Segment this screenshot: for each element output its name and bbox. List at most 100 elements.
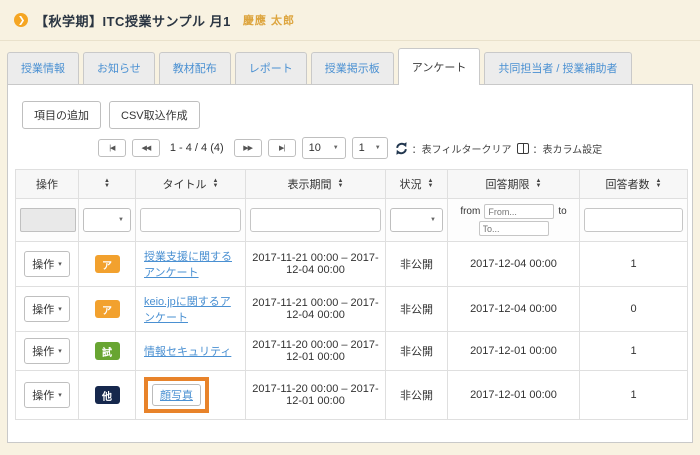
- header-respondents: 回答者数▲▼: [580, 170, 688, 199]
- deadline-cell: 2017-12-01 00:00: [448, 332, 580, 371]
- period-filter-input[interactable]: [250, 208, 381, 232]
- row-action-button[interactable]: 操作▾: [24, 382, 70, 408]
- deadline-cell: 2017-12-01 00:00: [448, 371, 580, 420]
- other-type-icon: 他: [95, 386, 120, 404]
- row-action-button[interactable]: 操作▾: [24, 296, 70, 322]
- status-filter-select[interactable]: ▼: [390, 208, 443, 232]
- table-row: 操作▾ ア 授業支援に関するアンケート 2017-11-21 00:00 – 2…: [16, 242, 688, 287]
- chevron-down-icon: ▾: [58, 391, 62, 399]
- first-page-button[interactable]: |◀: [98, 139, 126, 157]
- last-page-button[interactable]: ▶|: [268, 139, 296, 157]
- prev-page-button[interactable]: ◀◀: [132, 139, 160, 157]
- table-row: 操作▾ 試 情報セキュリティ 2017-11-20 00:00 – 2017-1…: [16, 332, 688, 371]
- survey-table: 操作 ▲▼ タイトル▲▼ 表示期間▲▼ 状況▲▼ 回答期限▲▼ 回答者数▲▼ ▼…: [15, 169, 688, 420]
- chevron-down-icon: ▾: [58, 260, 62, 268]
- header-deadline: 回答期限▲▼: [448, 170, 580, 199]
- sort-icon[interactable]: ▲▼: [104, 179, 110, 189]
- period-cell: 2017-11-20 00:00 – 2017-12-01 00:00: [246, 371, 386, 420]
- table-columns-icon: [517, 143, 529, 154]
- page-size-select[interactable]: 10 ▼: [302, 137, 346, 159]
- page-size-value: 10: [309, 142, 321, 154]
- respondents-cell: 1: [580, 371, 688, 420]
- respondents-cell: 1: [580, 332, 688, 371]
- respondents-cell: 1: [580, 242, 688, 287]
- icon-filter-select[interactable]: ▼: [83, 208, 131, 232]
- content-panel: 項目の追加 CSV取込作成 |◀ ◀◀ 1 - 4 / 4 (4) ▶▶ ▶| …: [7, 84, 693, 443]
- filter-clear-label: ：表フィルタークリア: [412, 141, 512, 156]
- header-title: タイトル▲▼: [136, 170, 246, 199]
- table-header-row: 操作 ▲▼ タイトル▲▼ 表示期間▲▼ 状況▲▼ 回答期限▲▼ 回答者数▲▼: [16, 170, 688, 199]
- header-action: 操作: [16, 170, 79, 199]
- instructor-name: 慶應 太郎: [243, 12, 295, 28]
- chevron-down-icon: ▾: [58, 305, 62, 313]
- survey-type-icon: ア: [95, 300, 120, 318]
- respondents-cell: 0: [580, 287, 688, 332]
- status-cell: 非公開: [386, 371, 448, 420]
- deadline-filter: from to: [452, 204, 575, 236]
- orange-arrow-icon: ❯: [14, 13, 28, 27]
- sort-icon[interactable]: ▲▼: [536, 179, 542, 189]
- test-type-icon: 試: [95, 342, 120, 360]
- survey-title-link[interactable]: 情報セキュリティ: [144, 346, 231, 358]
- page-header: ❯ 【秋学期】ITC授業サンプル 月1 慶應 太郎: [0, 0, 700, 41]
- deadline-cell: 2017-12-04 00:00: [448, 287, 580, 332]
- tab-materials[interactable]: 教材配布: [159, 52, 231, 84]
- tab-co-instructors[interactable]: 共同担当者 / 授業補助者: [484, 52, 631, 84]
- sort-icon[interactable]: ▲▼: [656, 179, 662, 189]
- to-label: to: [558, 206, 566, 217]
- period-cell: 2017-11-21 00:00 – 2017-12-04 00:00: [246, 242, 386, 287]
- status-cell: 非公開: [386, 287, 448, 332]
- period-cell: 2017-11-21 00:00 – 2017-12-04 00:00: [246, 287, 386, 332]
- toolbar: 項目の追加 CSV取込作成: [15, 101, 685, 129]
- title-filter-input[interactable]: [140, 208, 241, 232]
- survey-title-link[interactable]: 顔写真: [152, 384, 201, 406]
- survey-title-link[interactable]: keio.jpに関するアンケート: [144, 296, 231, 324]
- deadline-from-input[interactable]: [484, 204, 554, 219]
- deadline-to-input[interactable]: [479, 221, 549, 236]
- csv-import-button[interactable]: CSV取込作成: [109, 101, 200, 129]
- table-row: 操作▾ 他 顔写真 2017-11-20 00:00 – 2017-12-01 …: [16, 371, 688, 420]
- table-row: 操作▾ ア keio.jpに関するアンケート 2017-11-21 00:00 …: [16, 287, 688, 332]
- survey-type-icon: ア: [95, 255, 120, 273]
- sort-icon[interactable]: ▲▼: [338, 179, 344, 189]
- tab-announcements[interactable]: お知らせ: [83, 52, 155, 84]
- table-filter-row: ▼ ▼ from to: [16, 199, 688, 242]
- column-config-label: ：表カラム設定: [532, 141, 602, 156]
- page-number-value: 1: [359, 142, 365, 154]
- annotation-highlight-box: 顔写真: [144, 377, 209, 413]
- action-filter-disabled: [20, 208, 76, 232]
- chevron-down-icon: ▼: [375, 145, 381, 151]
- pagination-bar: |◀ ◀◀ 1 - 4 / 4 (4) ▶▶ ▶| 10 ▼ 1 ▼ ：表フィル…: [15, 137, 685, 159]
- respondents-filter-input[interactable]: [584, 208, 683, 232]
- filter-clear-control[interactable]: ：表フィルタークリア: [394, 141, 512, 156]
- tab-course-info[interactable]: 授業情報: [7, 52, 79, 84]
- page-number-select[interactable]: 1 ▼: [352, 137, 388, 159]
- next-page-button[interactable]: ▶▶: [234, 139, 262, 157]
- refresh-icon: [394, 141, 409, 156]
- tab-bar: 授業情報 お知らせ 教材配布 レポート 授業掲示板 アンケート 共同担当者 / …: [7, 48, 693, 84]
- chevron-down-icon: ▼: [333, 145, 339, 151]
- chevron-down-icon: ▾: [58, 347, 62, 355]
- header-icon-sort: ▲▼: [79, 170, 136, 199]
- chevron-down-icon: ▼: [430, 217, 436, 223]
- add-item-button[interactable]: 項目の追加: [22, 101, 101, 129]
- tab-survey[interactable]: アンケート: [398, 48, 481, 85]
- period-cell: 2017-11-20 00:00 – 2017-12-01 00:00: [246, 332, 386, 371]
- row-action-button[interactable]: 操作▾: [24, 251, 70, 277]
- deadline-cell: 2017-12-04 00:00: [448, 242, 580, 287]
- tab-class-board[interactable]: 授業掲示板: [311, 52, 394, 84]
- column-config-control[interactable]: ：表カラム設定: [517, 141, 602, 156]
- status-cell: 非公開: [386, 242, 448, 287]
- page-range-label: 1 - 4 / 4 (4): [170, 142, 224, 154]
- from-label: from: [460, 206, 480, 217]
- sort-icon[interactable]: ▲▼: [213, 179, 219, 189]
- chevron-down-icon: ▼: [118, 217, 124, 223]
- status-cell: 非公開: [386, 332, 448, 371]
- survey-title-link[interactable]: 授業支援に関するアンケート: [144, 251, 232, 279]
- course-title: 【秋学期】ITC授業サンプル 月1: [35, 11, 231, 30]
- tab-reports[interactable]: レポート: [235, 52, 307, 84]
- row-action-button[interactable]: 操作▾: [24, 338, 70, 364]
- header-status: 状況▲▼: [386, 170, 448, 199]
- header-period: 表示期間▲▼: [246, 170, 386, 199]
- sort-icon[interactable]: ▲▼: [428, 179, 434, 189]
